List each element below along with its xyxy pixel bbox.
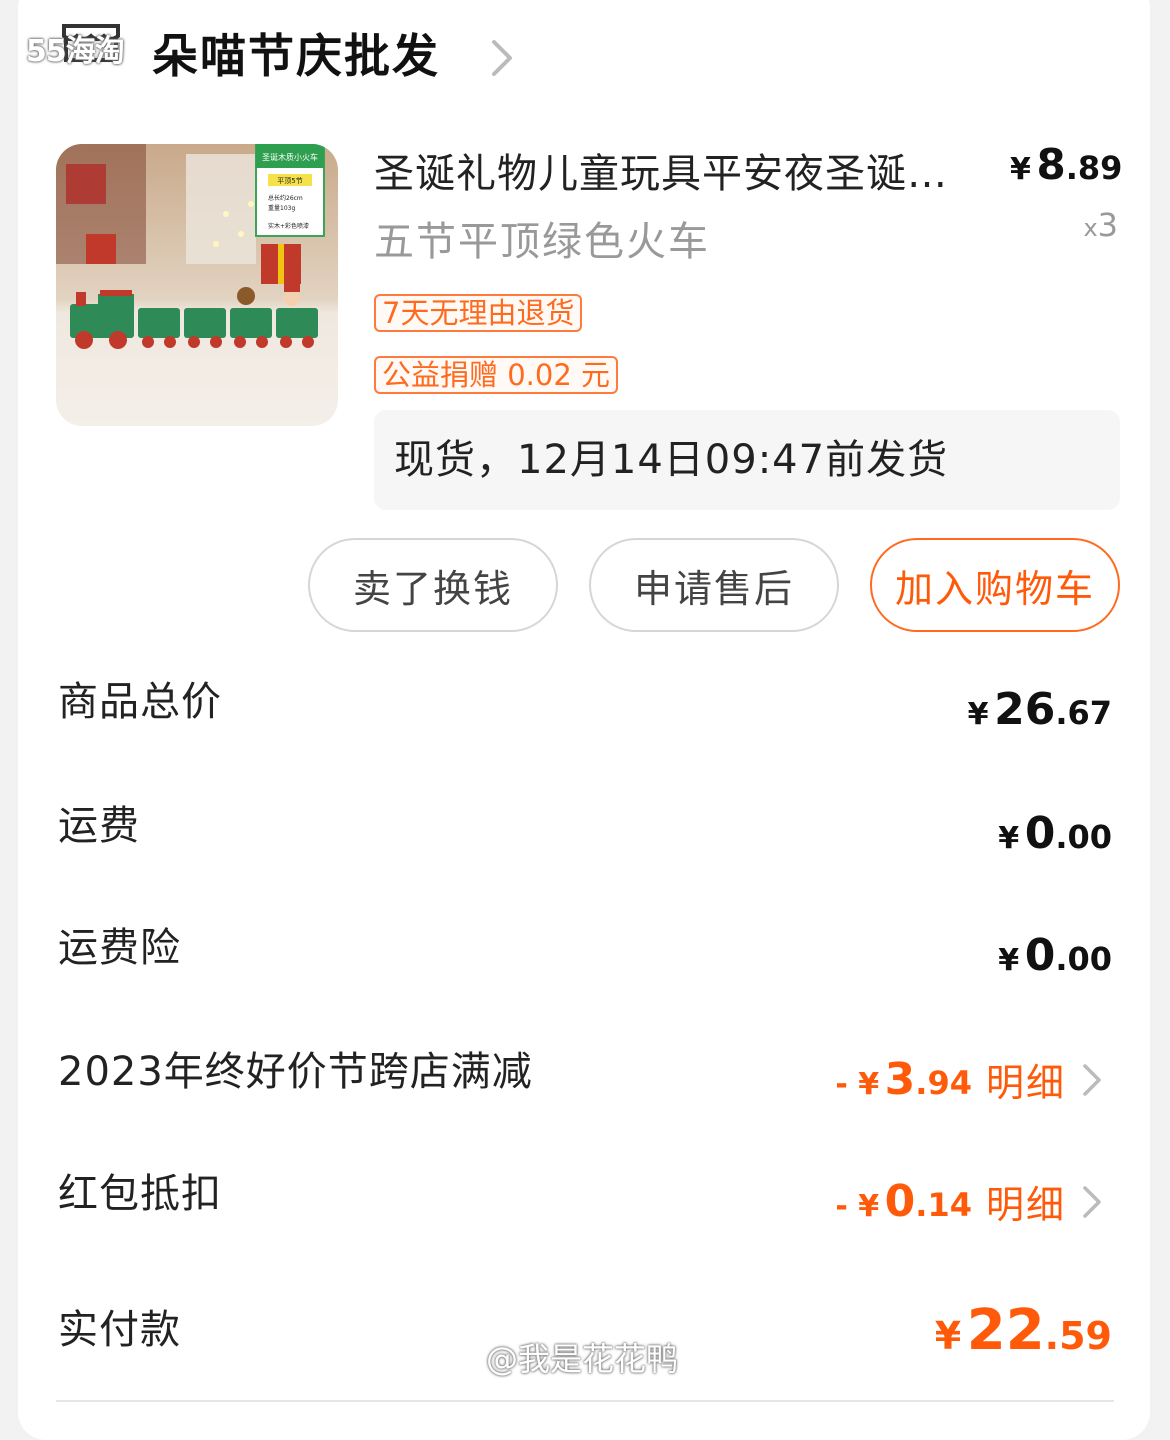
shipping-info: 现货，12月14日09:47前发货 <box>394 437 949 483</box>
watermark-logo: 55海淘 <box>26 34 125 69</box>
quantity: x3 <box>1060 206 1118 244</box>
price-currency: ¥ <box>1010 152 1031 187</box>
shipping-insurance-amount: ¥ 0.00 <box>998 930 1112 981</box>
promo-decimal: .94 <box>915 1064 972 1102</box>
shipping-fee-amount: ¥ 0.00 <box>998 808 1112 859</box>
image-label-spec1: 总长约26cm <box>268 194 303 202</box>
charity-tag: 公益捐赠 0.02 元 <box>374 356 619 394</box>
shipping-insurance-currency: ¥ <box>998 943 1020 978</box>
add-to-cart-button[interactable]: 加入购物车 <box>870 538 1120 632</box>
goods-total-integer: 26 <box>994 684 1056 735</box>
chevron-right-icon[interactable] <box>1080 1182 1104 1222</box>
shipping-fee-label: 运费 <box>58 803 140 849</box>
shipping-fee-currency: ¥ <box>998 821 1020 856</box>
shipping-insurance-decimal: .00 <box>1055 940 1112 978</box>
red-packet-detail-link[interactable]: 明细 <box>986 1174 1066 1229</box>
goods-total-amount: ¥ 26.67 <box>968 684 1112 735</box>
red-packet-label: 红包抵扣 <box>58 1171 222 1217</box>
red-packet-decimal: .14 <box>915 1186 972 1224</box>
shipping-fee-integer: 0 <box>1024 808 1056 859</box>
red-packet-row-right[interactable]: - ¥ 0.14 明细 <box>835 1174 1104 1229</box>
goods-total-decimal: .67 <box>1055 694 1112 732</box>
chevron-right-icon[interactable] <box>1080 1060 1104 1100</box>
unit-price: ¥ 8.89 <box>1010 140 1123 189</box>
promo-amount: - ¥ 3.94 <box>835 1054 972 1105</box>
red-packet-currency: - ¥ <box>835 1189 880 1224</box>
chevron-right-icon[interactable] <box>486 36 516 80</box>
after-sale-button[interactable]: 申请售后 <box>589 538 839 632</box>
quantity-prefix: x <box>1083 214 1098 242</box>
product-title[interactable]: 圣诞礼物儿童玩具平安夜圣诞节装饰品木质小火车 <box>374 146 964 202</box>
watermark-text: @我是花花鸭 <box>486 1340 679 1378</box>
product-image[interactable]: 圣诞木质小火车 平顶5节 总长约26cm 重量103g 实木+彩色喷漆 <box>56 144 338 426</box>
promo-row-right[interactable]: - ¥ 3.94 明细 <box>835 1052 1104 1107</box>
goods-total-label: 商品总价 <box>58 679 222 725</box>
shop-name[interactable]: 朵喵节庆批发 <box>152 26 440 86</box>
promo-detail-link[interactable]: 明细 <box>986 1052 1066 1107</box>
paid-amount: ¥ 22.59 <box>935 1298 1112 1363</box>
price-integer: 8 <box>1036 140 1066 189</box>
image-label-title: 圣诞木质小火车 <box>262 152 318 162</box>
product-variant: 五节平顶绿色火车 <box>374 219 710 265</box>
quantity-value: 3 <box>1097 206 1118 244</box>
paid-integer: 22 <box>966 1298 1045 1363</box>
promo-label: 2023年终好价节跨店满减 <box>58 1049 533 1095</box>
return-policy-tag: 7天无理由退货 <box>374 294 583 332</box>
image-label-badge: 平顶5节 <box>277 177 302 185</box>
paid-label: 实付款 <box>58 1307 181 1353</box>
shipping-insurance-label: 运费险 <box>58 925 181 971</box>
divider <box>56 1400 1114 1402</box>
red-packet-amount: - ¥ 0.14 <box>835 1176 972 1227</box>
promo-integer: 3 <box>884 1054 916 1105</box>
price-decimal: .89 <box>1065 149 1123 187</box>
image-label-spec2: 重量103g <box>268 204 295 212</box>
shipping-fee-decimal: .00 <box>1055 818 1112 856</box>
shipping-insurance-integer: 0 <box>1024 930 1056 981</box>
promo-currency: - ¥ <box>835 1067 880 1102</box>
paid-decimal: .59 <box>1044 1314 1112 1358</box>
goods-total-currency: ¥ <box>967 697 989 732</box>
red-packet-integer: 0 <box>884 1176 916 1227</box>
paid-currency: ¥ <box>934 1314 962 1358</box>
sell-button[interactable]: 卖了换钱 <box>308 538 558 632</box>
image-label-material: 实木+彩色喷漆 <box>268 222 309 230</box>
